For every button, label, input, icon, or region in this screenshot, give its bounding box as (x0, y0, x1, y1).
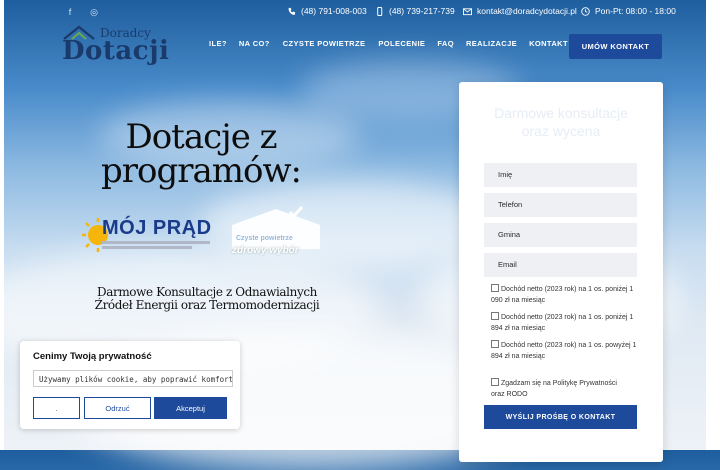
checkbox[interactable] (491, 340, 499, 349)
nav-item-na-co[interactable]: NA CO? (239, 39, 270, 48)
phone-1[interactable]: (48) 791-008-003 (287, 6, 367, 16)
phone-icon (288, 7, 296, 15)
nav-item-ile[interactable]: ILE? (209, 39, 227, 48)
nav-item-kontakt[interactable]: KONTAKT (529, 39, 568, 48)
main-nav: ILE? NA CO? CZYSTE POWIETRZE POLECENIE F… (209, 39, 568, 48)
income-option-2-label: Dochód netto (2023 rok) na 1 os. poniżej… (491, 314, 634, 332)
phone-field-placeholder: Telefon (498, 200, 523, 209)
name-field[interactable]: Imię (484, 163, 637, 187)
privacy-consent[interactable]: Zgadzam się na Politykę Prywatności oraz… (491, 378, 626, 400)
page-frame-left (0, 0, 4, 450)
top-bar: f ◎ (48) 791-008-003 (48) 739-217-739 ko… (0, 0, 720, 24)
nav-item-polecenie[interactable]: POLECENIE (378, 39, 425, 48)
income-option-2[interactable]: Dochód netto (2023 rok) na 1 os. poniżej… (491, 312, 641, 334)
checkbox[interactable] (491, 284, 499, 293)
cookie-reject-button[interactable]: Odrzuć (84, 397, 151, 419)
email-field[interactable]: Email (484, 253, 637, 277)
commune-field-placeholder: Gmina (498, 230, 521, 239)
mobile-phone-icon (377, 6, 383, 16)
moj-prad-logo: MÓJ PRĄD (80, 215, 215, 265)
hero-title: Dotacje z programów: (100, 117, 302, 191)
name-field-placeholder: Imię (498, 170, 513, 179)
submit-button[interactable]: WYŚLIJ PROŚBĘ O KONTAKT (484, 405, 637, 429)
phone-2[interactable]: (48) 739-217-739 (375, 6, 455, 16)
email-field-placeholder: Email (498, 260, 517, 269)
czyste-powietrze-logo: Czyste powietrze zdrowy wybór (230, 205, 325, 260)
page-frame-right (706, 0, 720, 450)
income-option-3[interactable]: Dochód netto (2023 rok) na 1 os. powyżej… (491, 340, 641, 362)
email-link[interactable]: kontakt@doradcydotacji.pl (463, 6, 577, 16)
nav-item-czyste-powietrze[interactable]: CZYSTE POWIETRZE (283, 39, 366, 48)
commune-field[interactable]: Gmina (484, 223, 637, 247)
moj-prad-label: MÓJ PRĄD (102, 217, 212, 239)
envelope-icon (463, 7, 472, 15)
hours-text: Pon-Pt: 08:00 - 18:00 (595, 6, 676, 16)
house-shape (232, 209, 320, 249)
czyste-powietrze-label: Czyste powietrze (236, 235, 293, 242)
cookie-customize-button[interactable]: . (33, 397, 80, 419)
opening-hours: Pon-Pt: 08:00 - 18:00 (581, 6, 676, 16)
phone-2-text: (48) 739-217-739 (389, 6, 455, 16)
income-option-1[interactable]: Dochód netto (2023 rok) na 1 os. poniżej… (491, 284, 641, 306)
phone-1-text: (48) 791-008-003 (301, 6, 367, 16)
nav-item-realizacje[interactable]: REALIZACJE (466, 39, 517, 48)
form-title: Darmowe konsultacje oraz wycena (494, 105, 628, 139)
cookie-title: Cenimy Twoją prywatność (33, 351, 152, 362)
contact-form-card: Darmowe konsultacje oraz wycena Imię Tel… (459, 82, 663, 462)
cookie-text: Używamy plików cookie, aby poprawić komf… (33, 370, 233, 387)
nav-item-faq[interactable]: FAQ (437, 39, 454, 48)
site-logo[interactable]: Doradcy Dotacji (60, 24, 169, 68)
income-option-1-label: Dochód netto (2023 rok) na 1 os. poniżej… (491, 286, 634, 304)
moj-prad-subtext-line (102, 241, 210, 244)
cookie-accept-button[interactable]: Akceptuj (154, 397, 227, 419)
book-contact-button[interactable]: UMÓW KONTAKT (569, 34, 662, 59)
privacy-consent-label: Zgadzam się na Politykę Prywatności oraz… (491, 380, 617, 398)
facebook-icon[interactable]: f (65, 7, 75, 17)
checkmark-icon (288, 206, 304, 219)
email-text: kontakt@doradcydotacji.pl (477, 6, 577, 16)
checkbox[interactable] (491, 312, 499, 321)
income-option-3-label: Dochód netto (2023 rok) na 1 os. powyżej… (491, 342, 637, 360)
logo-text-dotacji: Dotacji (62, 36, 170, 66)
moj-prad-subtext-line (102, 246, 192, 249)
zdrowy-wybor-label: zdrowy wybór (232, 245, 299, 256)
cookie-banner: Cenimy Twoją prywatność Używamy plików c… (20, 341, 240, 429)
phone-field[interactable]: Telefon (484, 193, 637, 217)
hero-subtitle: Darmowe Konsultacje z Odnawialnych Źróde… (94, 285, 320, 312)
instagram-icon[interactable]: ◎ (89, 7, 99, 17)
clock-icon (581, 6, 590, 16)
checkbox[interactable] (491, 378, 499, 387)
